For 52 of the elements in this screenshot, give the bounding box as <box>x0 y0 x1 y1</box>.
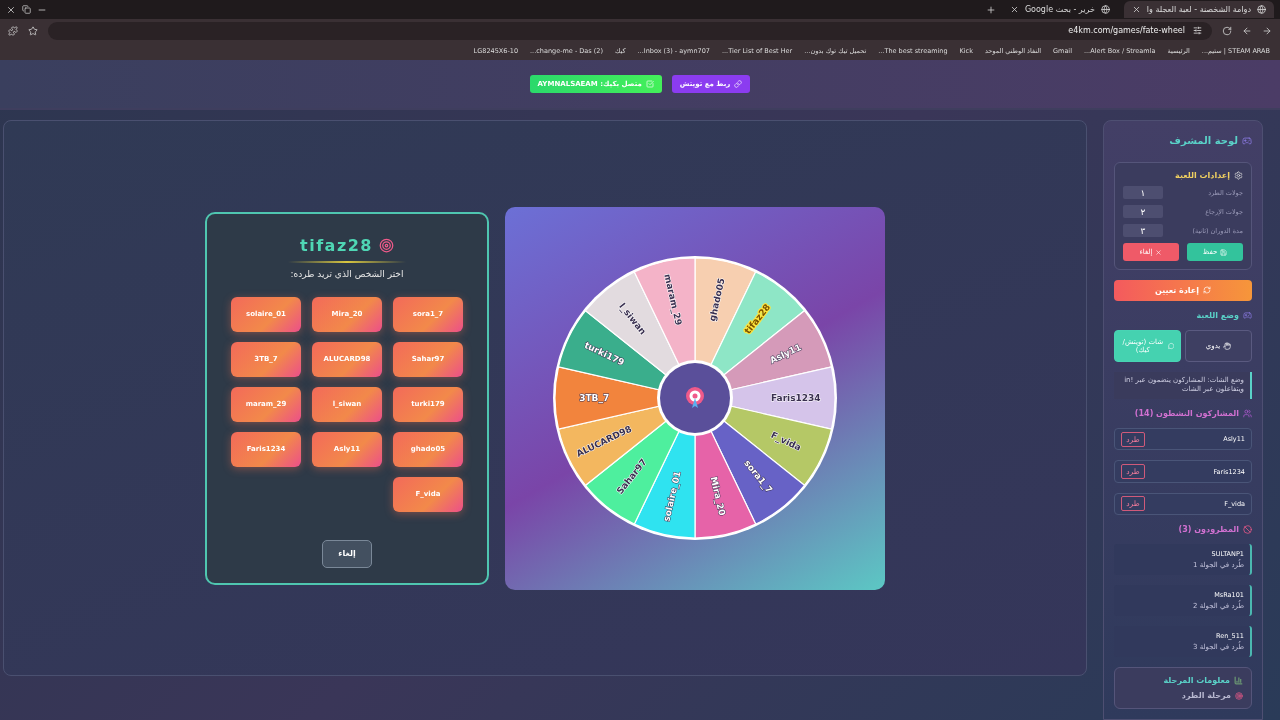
back-icon[interactable] <box>1262 25 1272 36</box>
refresh-icon <box>1203 286 1212 295</box>
wheel-hub[interactable] <box>660 363 730 433</box>
target-icon <box>686 387 704 408</box>
segment-label: 3TB_7 <box>579 392 610 403</box>
tab-title: دوامة الشخصنة - لعبة العجلة وا <box>1146 5 1251 14</box>
section-title: وضع اللعبة <box>1196 310 1239 320</box>
stage-phase: مرحلة الطرد <box>1181 691 1231 700</box>
segment-label: Faris1234 <box>771 392 821 403</box>
site-icon <box>1257 5 1266 14</box>
number-field[interactable]: ١ <box>1123 186 1163 199</box>
gamepad-icon <box>1243 310 1252 320</box>
users-icon <box>1243 409 1252 419</box>
reload-icon[interactable] <box>1222 25 1232 36</box>
link-icon <box>734 80 743 88</box>
cancel-button[interactable]: إلغاء <box>322 539 372 568</box>
segment-label: ghado05 <box>707 277 727 323</box>
restore-icon[interactable] <box>22 5 31 14</box>
puzzle-icon[interactable] <box>8 25 18 36</box>
section-title: المطرودون (3) <box>1178 525 1239 534</box>
browser-tab[interactable]: دوامة الشخصنة - لعبة العجلة وا <box>1123 1 1274 18</box>
close-icon[interactable] <box>6 4 16 15</box>
gamepad-icon <box>1242 135 1252 146</box>
site-icon <box>1100 5 1110 14</box>
tab-title: خرير - بحث Google <box>1024 5 1095 14</box>
section-title: المشاركون النشطون (14) <box>1134 409 1239 419</box>
ban-icon <box>1243 525 1252 534</box>
forward-icon[interactable] <box>1242 25 1252 36</box>
target-icon <box>379 237 394 253</box>
new-tab-icon[interactable] <box>985 4 996 15</box>
close-icon <box>1155 248 1163 256</box>
number-field[interactable]: ٢ <box>1123 205 1163 218</box>
prompt-text: اختر الشخص الذي تريد طرده: <box>290 268 404 279</box>
number-field[interactable]: ٣ <box>1123 224 1163 237</box>
star-icon[interactable] <box>28 25 38 36</box>
settings-icon <box>1234 171 1243 180</box>
save-icon <box>1220 248 1228 256</box>
reset-button[interactable]: إعادة تعيين <box>1114 280 1252 301</box>
check-icon <box>645 80 654 88</box>
panel-title: لوحة المشرف <box>1169 135 1238 146</box>
player-name: tifaz28 <box>300 235 373 255</box>
close-icon[interactable] <box>1131 5 1141 14</box>
settings-icon[interactable] <box>1193 26 1202 35</box>
target-icon <box>1235 691 1243 700</box>
browser-tab[interactable]: خرير - بحث Google <box>1001 1 1118 18</box>
hand-icon <box>1223 341 1232 350</box>
section-title: إعدادات اللعبة <box>1175 171 1230 180</box>
close-icon[interactable] <box>1009 5 1019 14</box>
address-bar[interactable]: e4km.com/games/fate-wheel <box>48 21 1212 40</box>
chat-icon <box>1167 341 1174 350</box>
section-title: معلومات المرحلة <box>1163 676 1230 685</box>
chart-icon <box>1234 676 1243 685</box>
